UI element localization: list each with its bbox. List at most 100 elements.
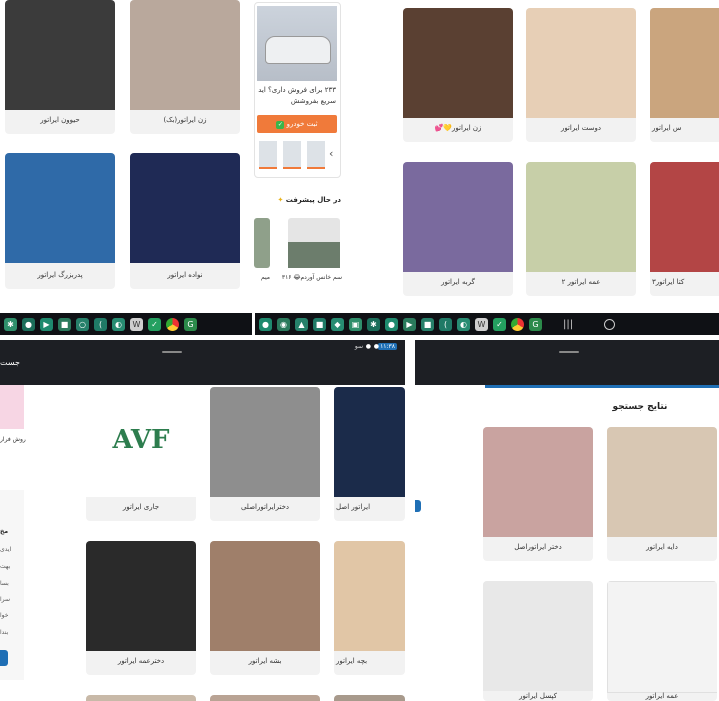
side-profile-image[interactable] <box>0 385 24 429</box>
app-icon[interactable]: ▣ <box>349 317 362 331</box>
card-label: پدربزرگ ایراتور <box>37 271 83 279</box>
app-icon[interactable]: ● <box>385 317 398 331</box>
card-image <box>210 541 320 651</box>
drag-handle[interactable] <box>559 351 579 353</box>
app-icon[interactable]: ◆ <box>331 317 344 331</box>
app-icon[interactable]: ✱ <box>367 317 380 331</box>
check-icon: ● <box>373 343 379 350</box>
side-arrow[interactable] <box>415 500 421 512</box>
app-icon[interactable]: ( <box>94 317 107 331</box>
card-label: عمه ایراتور <box>645 692 679 700</box>
card[interactable]: عمه ایراتور <box>607 581 717 701</box>
card-image <box>403 8 513 118</box>
app-icon[interactable]: ◉ <box>277 317 290 331</box>
app-icon[interactable]: ✱ <box>4 317 17 331</box>
card[interactable]: دخترعمه ایراتور <box>86 541 196 675</box>
app-icon[interactable]: G <box>184 317 197 331</box>
card[interactable]: عمه ایراتور ۲ <box>526 162 636 296</box>
app-icon[interactable]: ■ <box>58 317 71 331</box>
ad-arrow[interactable]: ‹ <box>329 147 333 160</box>
app-icon[interactable]: ▶ <box>403 317 416 331</box>
app-icon[interactable]: ◐ <box>457 317 470 331</box>
card[interactable]: س ایراتور <box>650 8 719 142</box>
app-icon[interactable]: W <box>475 317 488 331</box>
app-icon[interactable]: ◐ <box>112 317 125 331</box>
home-icon[interactable] <box>604 318 616 330</box>
card[interactable]: زن ایراتور(بک) <box>130 0 240 134</box>
progress-item[interactable] <box>254 218 270 268</box>
card-image <box>403 162 513 272</box>
app-icon[interactable]: ● <box>259 317 272 331</box>
card[interactable]: AVF جاری ایراتور <box>86 387 196 521</box>
browser-icon[interactable] <box>166 317 179 331</box>
card[interactable]: کتا ایراتور۳ <box>650 162 719 296</box>
app-icon[interactable]: ○ <box>76 317 89 331</box>
app-icon[interactable]: W <box>130 317 143 331</box>
card[interactable]: کپسل ایراتور <box>483 581 593 701</box>
app-icon[interactable]: G <box>529 317 542 331</box>
status-bar: ۱۱:۳۸ سو ● ● جست <box>0 340 405 385</box>
card-label: گربه ایراتور <box>441 278 475 286</box>
side-profile-label: روش فرار <box>0 436 26 443</box>
card-label: عمه ایراتور ۲ <box>561 278 601 286</box>
card-image <box>130 153 240 263</box>
progress-item-label: سم خانس آوردم😂 ۳۱۶ <box>281 274 342 281</box>
car-shape <box>265 36 331 64</box>
card-label: کپسل ایراتور <box>519 692 557 700</box>
card-image: AVF <box>86 387 196 497</box>
progress-title: در حال پیشرفت <box>285 196 341 204</box>
card[interactable]: دختر ایراتوراصل <box>483 427 593 561</box>
card-label: س ایراتور <box>652 124 682 132</box>
bottom-left-pane: ۱۱:۳۸ سو ● ● جست روش فرار مخ ایدی بهت بس… <box>0 340 405 701</box>
recents-icon[interactable]: ||| <box>563 319 573 330</box>
check-icon: ● <box>365 343 371 350</box>
app-icon[interactable]: ▶ <box>40 317 53 331</box>
top-bar <box>415 340 719 385</box>
side-line: خوا <box>0 612 9 619</box>
app-icon[interactable]: ✓ <box>148 317 161 331</box>
card-label: زن ایراتور(بک) <box>163 116 207 124</box>
ad-panel: ۲۳۳ برای فروش داری؟ اید سریع بفروشش ثبت … <box>254 2 341 178</box>
drag-handle[interactable] <box>162 351 182 353</box>
card-image <box>483 581 593 691</box>
card[interactable]: پدربزرگ ایراتور <box>5 153 115 289</box>
ad-text: ۲۳۳ برای فروش داری؟ اید سریع بفروشش <box>258 86 336 105</box>
card[interactable]: ایراتور اصل <box>334 387 405 521</box>
card[interactable]: حیوون ایراتور <box>5 0 115 134</box>
app-icon[interactable]: ( <box>439 317 452 331</box>
card-label: بچه ایراتور <box>336 657 368 665</box>
app-icon[interactable]: ■ <box>421 317 434 331</box>
ad-button[interactable]: ثبت خودرو ✓ <box>257 115 337 133</box>
app-icon[interactable]: ▲ <box>295 317 308 331</box>
card[interactable]: دایه ایراتور <box>607 427 717 561</box>
card-partial[interactable] <box>334 695 405 701</box>
side-button[interactable] <box>0 650 8 666</box>
progress-header: در حال پیشرفت ✦ <box>277 196 341 204</box>
thumb[interactable] <box>283 141 301 169</box>
progress-section: در حال پیشرفت ✦ سم خانس آوردم😂 ۳۱۶ میم <box>254 190 345 300</box>
card-image <box>334 541 405 651</box>
card[interactable]: بشه ایراتور <box>210 541 320 675</box>
thumb[interactable] <box>307 141 325 169</box>
card[interactable]: بچه ایراتور <box>334 541 405 675</box>
browser-icon[interactable] <box>511 317 524 331</box>
card[interactable]: دوست ایراتور <box>526 8 636 142</box>
card-partial[interactable] <box>210 695 320 701</box>
card-label: دخترایراتوراصلی <box>240 503 290 511</box>
status-time: ۱۱:۳۸ <box>378 343 397 350</box>
app-icon[interactable]: ✓ <box>493 317 506 331</box>
card[interactable]: گربه ایراتور <box>403 162 513 296</box>
app-icon[interactable]: ■ <box>313 317 326 331</box>
card[interactable]: نواده ایراتور <box>130 153 240 289</box>
card[interactable]: زن ایراتور💛💕 <box>403 8 513 142</box>
progress-item-image <box>288 242 340 268</box>
side-line: سرا <box>0 596 11 603</box>
card-image <box>607 427 717 537</box>
progress-item[interactable] <box>288 218 340 268</box>
card-partial[interactable] <box>86 695 196 701</box>
card-label: ایراتور اصل <box>336 503 371 511</box>
card[interactable]: دخترایراتوراصلی <box>210 387 320 521</box>
thumb[interactable] <box>259 141 277 169</box>
side-line: ایدی <box>0 546 12 553</box>
app-icon[interactable]: ● <box>22 317 35 331</box>
